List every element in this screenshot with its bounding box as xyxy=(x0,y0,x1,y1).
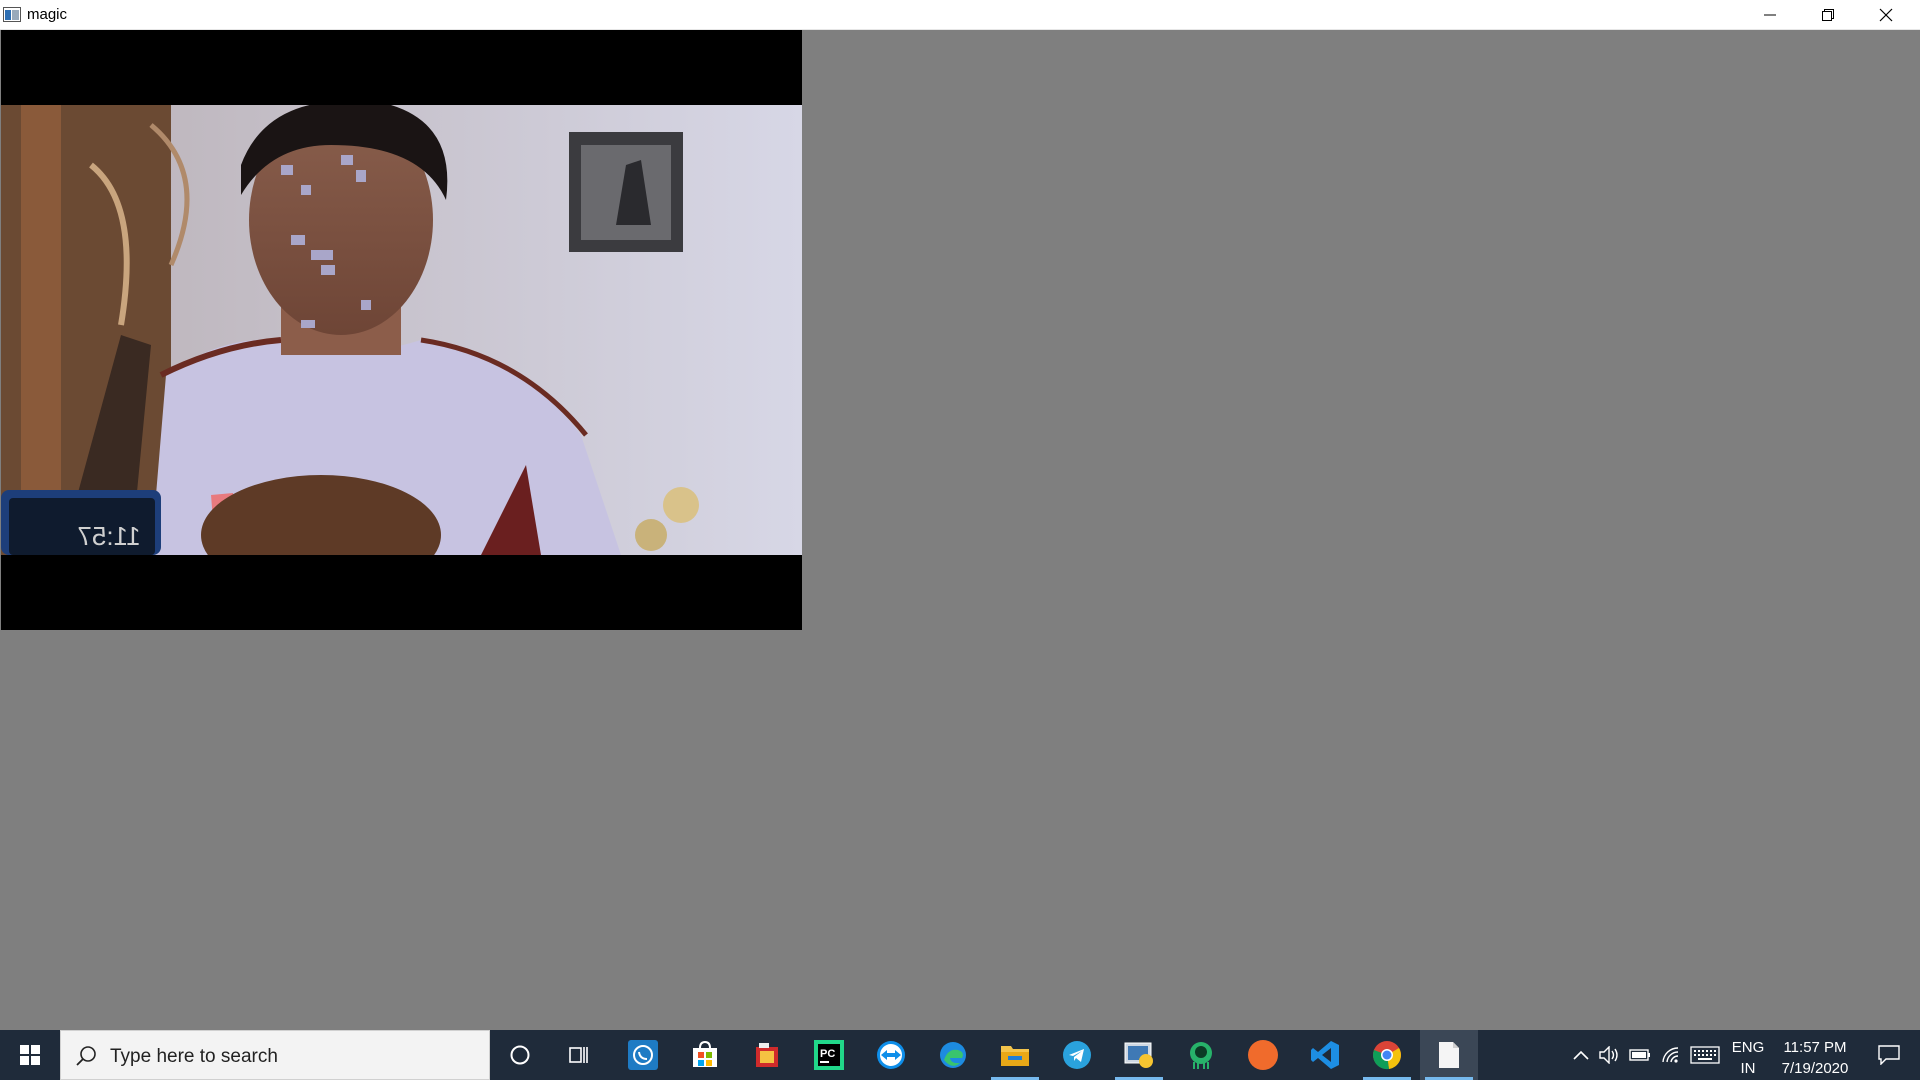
telegram-icon xyxy=(1063,1041,1091,1069)
network-button[interactable] xyxy=(1657,1030,1685,1080)
language-code: ENG xyxy=(1731,1039,1765,1056)
battery-button[interactable] xyxy=(1626,1030,1654,1080)
taskbar-file-explorer[interactable] xyxy=(986,1030,1044,1080)
webcam-scene: 11:57 xyxy=(1,105,802,555)
compass-icon xyxy=(1248,1040,1278,1070)
close-button[interactable] xyxy=(1857,0,1915,30)
taskbar-store[interactable] xyxy=(676,1030,734,1080)
cortana-button[interactable] xyxy=(491,1030,549,1080)
gitkraken-icon xyxy=(1190,1042,1212,1069)
keyboard-icon xyxy=(1690,1046,1720,1064)
pycharm-icon: PC xyxy=(814,1040,844,1070)
python-app-icon xyxy=(1124,1042,1153,1068)
taskbar-compass[interactable] xyxy=(1234,1030,1292,1080)
minimize-icon xyxy=(1764,14,1776,16)
windows-logo-icon xyxy=(20,1045,40,1065)
taskbar-document[interactable] xyxy=(1420,1030,1478,1080)
vscode-icon xyxy=(1311,1041,1339,1069)
taskbar-pycharm[interactable]: PC xyxy=(800,1030,858,1080)
file-explorer-icon xyxy=(1001,1046,1029,1066)
whatsapp-icon xyxy=(628,1040,658,1070)
restore-icon xyxy=(1822,9,1834,21)
chrome-icon xyxy=(1373,1041,1401,1070)
video-frame: 11:57 xyxy=(1,30,802,630)
start-button[interactable] xyxy=(0,1030,60,1080)
wifi-icon xyxy=(1662,1047,1679,1063)
document-icon xyxy=(1439,1042,1459,1068)
notifications-icon xyxy=(1878,1045,1900,1065)
search-placeholder: Type here to search xyxy=(110,1046,278,1067)
taskbar-edge[interactable] xyxy=(924,1030,982,1080)
webcam-image: 11:57 xyxy=(1,105,802,555)
svg-text:PC: PC xyxy=(820,1048,835,1060)
language-indicator[interactable]: ENG IN xyxy=(1730,1037,1766,1079)
volume-button[interactable] xyxy=(1597,1030,1623,1080)
show-hidden-icons-button[interactable] xyxy=(1568,1030,1594,1080)
taskbar-python-app[interactable] xyxy=(1110,1030,1168,1080)
touch-keyboard-button[interactable] xyxy=(1688,1030,1722,1080)
taskbar: Type here to search PC ENG IN 11:57 PM 7… xyxy=(0,1030,1920,1080)
taskbar-chrome[interactable] xyxy=(1358,1030,1416,1080)
task-view-icon xyxy=(569,1047,588,1063)
cortana-icon xyxy=(510,1045,530,1065)
clock[interactable]: 11:57 PM 7/19/2020 xyxy=(1770,1037,1860,1079)
microsoft-store-icon xyxy=(693,1041,717,1067)
taskbar-snip[interactable] xyxy=(738,1030,796,1080)
webcam-clock-overlay: 11:57 xyxy=(77,521,140,551)
task-view-button[interactable] xyxy=(550,1030,608,1080)
taskbar-vscode[interactable] xyxy=(1296,1030,1354,1080)
taskbar-whatsapp[interactable] xyxy=(614,1030,672,1080)
region-code: IN xyxy=(1740,1060,1756,1077)
restore-button[interactable] xyxy=(1799,0,1857,30)
window-title: magic xyxy=(27,6,68,23)
title-bar: magic xyxy=(0,0,1920,30)
taskbar-telegram[interactable] xyxy=(1048,1030,1106,1080)
clock-time: 11:57 PM xyxy=(1783,1039,1847,1056)
taskbar-teamviewer[interactable] xyxy=(862,1030,920,1080)
app-icon xyxy=(3,7,21,22)
action-center-button[interactable] xyxy=(1865,1030,1913,1080)
chevron-up-icon xyxy=(1573,1050,1589,1060)
search-icon xyxy=(76,1046,96,1066)
snip-tool-icon xyxy=(756,1043,778,1067)
teamviewer-icon xyxy=(877,1041,905,1069)
clock-date: 7/19/2020 xyxy=(1781,1060,1849,1077)
taskbar-gitkraken[interactable] xyxy=(1172,1030,1230,1080)
battery-icon xyxy=(1629,1049,1650,1061)
search-box[interactable]: Type here to search xyxy=(60,1030,490,1080)
speaker-icon xyxy=(1599,1046,1618,1064)
close-icon xyxy=(1879,8,1893,22)
edge-icon xyxy=(940,1042,966,1068)
minimize-button[interactable] xyxy=(1741,0,1799,30)
